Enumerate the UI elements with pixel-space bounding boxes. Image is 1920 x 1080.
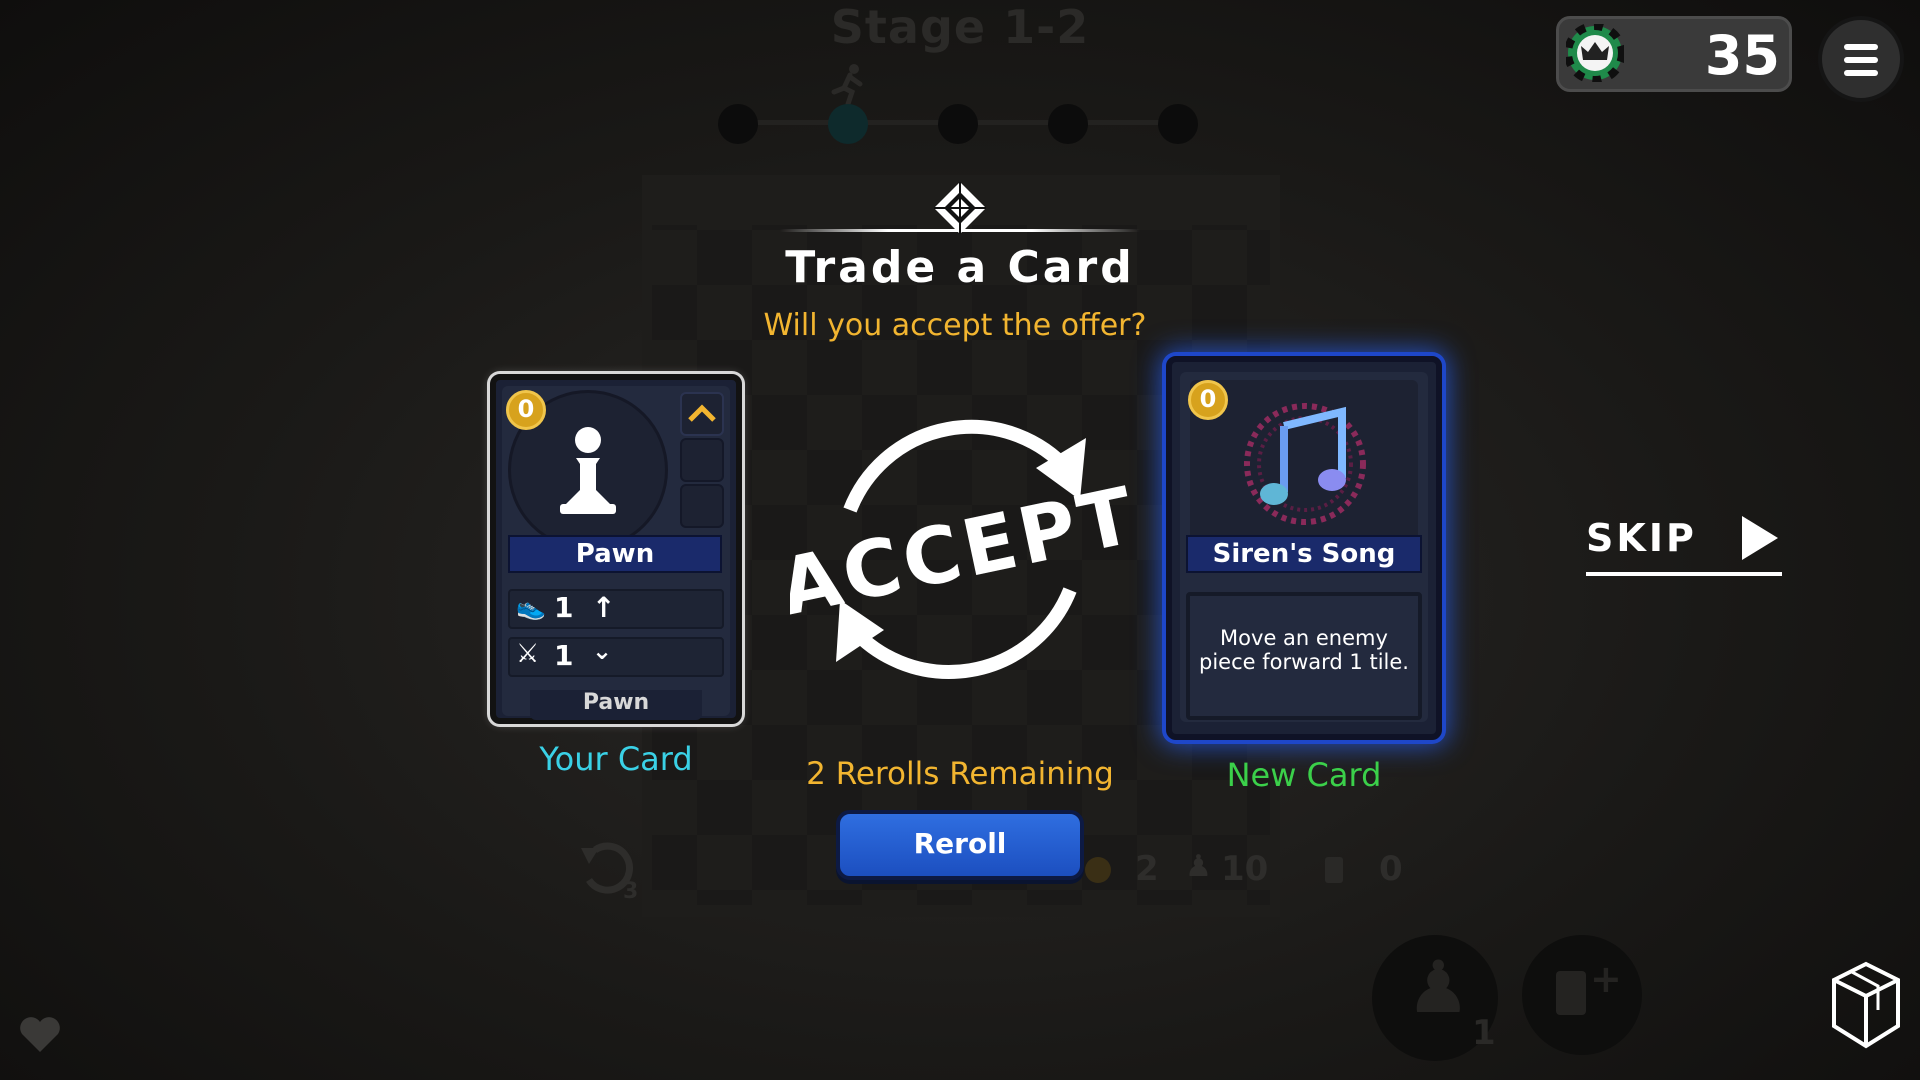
modal-title: Trade a Card [785,242,1135,293]
pawn-icon: ♟ [1406,945,1471,1029]
play-arrow-icon [1742,516,1778,560]
your-card-caption: Your Card [539,740,693,778]
skip-label: SKIP [1586,516,1697,560]
upgrade-slot [680,392,724,436]
move-value: 1 [554,591,574,624]
cube-icon[interactable] [1830,960,1902,1050]
new-card-caption: New Card [1226,756,1382,794]
stage-node [938,104,978,144]
new-card-cost: 0 [1188,380,1228,420]
stat-c: 0 [1379,849,1403,889]
modal-subtitle: Will you accept the offer? [763,308,1147,343]
sword-icon: ⚔ [516,639,540,669]
attack-value: 1 [554,639,574,672]
undo-count: 3 [623,879,638,900]
your-card-cost: 0 [506,390,546,430]
runner-icon [831,64,863,106]
new-card-description: Move an enemy piece forward 1 tile. [1199,626,1409,674]
heart-icon[interactable] [18,1014,62,1054]
crown-chip-icon [1566,24,1624,82]
card-shop-button: + [1522,935,1642,1055]
accept-button[interactable]: ACCEPT [790,400,1130,700]
arrow-up-icon: ↑ [592,591,616,624]
hamburger-menu-icon [1844,44,1878,50]
menu-button[interactable] [1818,16,1904,102]
plus-icon: + [1590,957,1622,1001]
boot-icon: 👟 [516,593,546,621]
piece-icon: ♟ [1185,849,1212,884]
upgrade-slot [680,438,724,482]
new-card-name: Siren's Song [1186,535,1422,573]
coin-icon [1085,857,1111,883]
stage-node [718,104,758,144]
upgrade-slot [680,484,724,528]
your-card-name: Pawn [508,535,722,573]
pawn-icon [560,427,616,514]
piece-shop-button: ♟ 1 [1372,935,1498,1061]
stat-a: 2 [1135,849,1159,889]
diamond-emblem-icon [934,182,986,234]
currency-value: 35 [1704,24,1780,87]
stage-node-current [828,104,868,144]
music-note-icon [1244,403,1366,525]
stage-node [1158,104,1198,144]
chevron-up-icon [688,404,716,422]
add-card-icon [1556,971,1586,1015]
hamburger-menu-icon [1844,70,1878,76]
accept-label: ACCEPT [790,470,1130,633]
reroll-button[interactable]: Reroll [836,810,1084,880]
piece-count: 1 [1472,1013,1496,1053]
stat-b: 10 [1221,849,1269,889]
card-icon [1325,857,1343,883]
hamburger-menu-icon [1844,57,1878,63]
stage-title: Stage 1-2 [830,0,1090,54]
undo-icon: 3 [581,842,638,900]
your-card-type: Pawn [530,690,702,720]
attack-stat-row: ⚔ 1 ⌄ [508,637,724,677]
chevron-down-icon: ⌄ [592,637,613,665]
skip-button[interactable]: SKIP [1586,510,1782,576]
background-stats: 2 ♟ 10 0 [1085,849,1415,895]
rerolls-remaining: 2 Rerolls Remaining [806,756,1114,792]
stage-node [1048,104,1088,144]
move-stat-row: 👟 1 ↑ [508,589,724,629]
